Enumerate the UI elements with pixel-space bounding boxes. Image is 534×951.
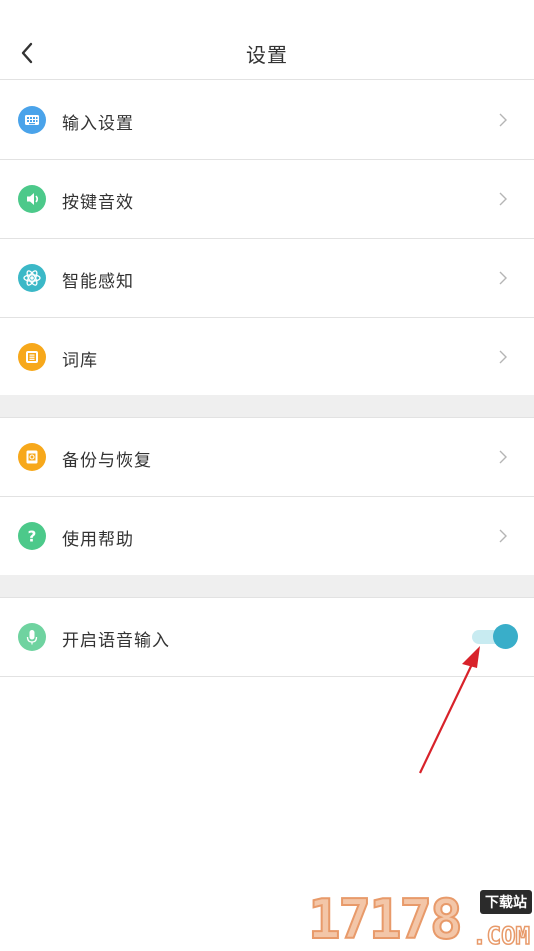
backup-icon xyxy=(18,443,46,471)
row-label: 词库 xyxy=(62,351,98,371)
watermark-logo: 17178 下载站 .COM xyxy=(307,887,534,951)
watermark-brand: 17178 xyxy=(307,887,464,951)
row-label: 备份与恢复 xyxy=(62,451,152,471)
row-label: 开启语音输入 xyxy=(62,631,170,651)
row-key-sound[interactable]: 按键音效 xyxy=(0,160,534,239)
microphone-icon xyxy=(18,623,46,651)
row-backup-restore[interactable]: 备份与恢复 xyxy=(0,418,534,497)
row-label: 使用帮助 xyxy=(62,530,134,550)
chevron-right-icon xyxy=(499,271,507,285)
row-label: 按键音效 xyxy=(62,193,134,213)
row-label: 输入设置 xyxy=(62,114,134,134)
help-icon: ? xyxy=(18,522,46,550)
svg-text:?: ? xyxy=(28,528,37,546)
row-dictionary[interactable]: 词库 xyxy=(0,318,534,396)
chevron-right-icon xyxy=(499,529,507,543)
settings-group-support: 备份与恢复 ? 使用帮助 xyxy=(0,418,534,575)
row-input-settings[interactable]: 输入设置 xyxy=(0,81,534,160)
chevron-right-icon xyxy=(499,192,507,206)
settings-group-main: 输入设置 按键音效 智能感知 词库 xyxy=(0,81,534,396)
atom-icon xyxy=(18,264,46,292)
section-divider xyxy=(0,395,534,418)
chevron-right-icon xyxy=(499,350,507,364)
row-label: 智能感知 xyxy=(62,272,134,292)
dictionary-icon xyxy=(18,343,46,371)
chevron-right-icon xyxy=(499,113,507,127)
chevron-right-icon xyxy=(499,450,507,464)
speaker-icon xyxy=(18,185,46,213)
page-title: 设置 xyxy=(246,43,288,67)
watermark-domain: .COM xyxy=(471,921,530,951)
annotation-arrow-icon xyxy=(419,646,480,774)
header: 设置 xyxy=(0,0,534,80)
section-divider xyxy=(0,575,534,598)
keyboard-icon xyxy=(18,106,46,134)
row-smart-sense[interactable]: 智能感知 xyxy=(0,239,534,318)
row-help[interactable]: ? 使用帮助 xyxy=(0,497,534,575)
watermark-badge: 下载站 xyxy=(480,890,532,914)
